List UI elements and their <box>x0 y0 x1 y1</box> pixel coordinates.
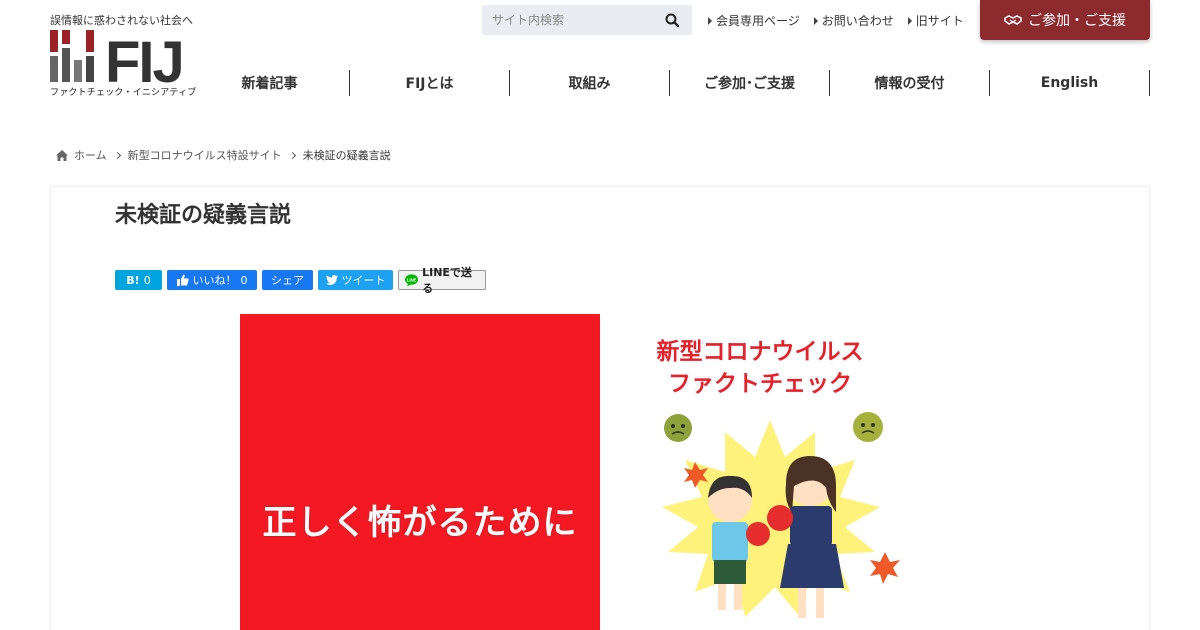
search-input[interactable] <box>482 13 657 27</box>
nav-item-submit-info[interactable]: 情報の受付 <box>830 70 990 96</box>
caret-right-icon <box>813 16 818 25</box>
share-label: シェア <box>271 274 304 287</box>
breadcrumb: ホーム 新型コロナウイルス特設サイト 未検証の疑義言説 <box>56 147 391 163</box>
twitter-bird-icon <box>325 275 338 285</box>
chevron-right-icon <box>288 151 296 159</box>
kids-boxing-virus-illustration <box>662 412 900 618</box>
nav-label: 新着記事 <box>241 76 298 92</box>
site-search <box>482 5 692 35</box>
featured-left-text: 正しく怖がるために <box>262 503 578 543</box>
link-label: 旧サイト <box>915 14 964 28</box>
nav-item-news[interactable]: 新着記事 <box>190 70 350 96</box>
featured-red-panel: 正しく怖がるために <box>240 314 600 630</box>
nav-item-english[interactable]: English <box>990 70 1150 96</box>
hatena-bookmark-button[interactable]: B! 0 <box>115 270 162 290</box>
line-icon: LINE <box>405 273 419 287</box>
facebook-like-button[interactable]: いいね！ 0 <box>167 270 257 290</box>
facebook-share-button[interactable]: シェア <box>262 270 313 290</box>
breadcrumb-home[interactable]: ホーム <box>74 147 107 163</box>
hatena-label: B! <box>126 273 140 287</box>
hatena-count: 0 <box>143 273 151 287</box>
member-page-link[interactable]: 会員専用ページ <box>708 12 800 29</box>
nav-label: English <box>1040 75 1099 91</box>
svg-text:LINE: LINE <box>407 277 417 282</box>
poster-title-line1: 新型コロナウイルス <box>656 339 864 365</box>
nav-item-activities[interactable]: 取組み <box>510 70 670 96</box>
line-send-button[interactable]: LINE LINEで送る <box>398 266 486 295</box>
nav-label: FIJとは <box>405 76 454 92</box>
join-support-button[interactable]: ご参加・ご支援 <box>980 0 1150 40</box>
nav-label: 取組み <box>568 76 611 92</box>
line-label: LINEで送る <box>422 266 472 295</box>
share-buttons: B! 0 いいね！ 0 シェア ツイート LINE LINEで送る <box>115 266 486 295</box>
breadcrumb-current: 未検証の疑義言説 <box>302 149 391 162</box>
page-title: 未検証の疑義言説 <box>115 203 292 228</box>
site-tagline: 誤情報に惑わされない社会へ <box>50 14 193 27</box>
cta-label: ご参加・ご支援 <box>1028 13 1126 29</box>
like-count: 0 <box>240 273 248 287</box>
logo-subtitle: ファクトチェック・イニシアティブ <box>50 88 197 98</box>
burst-icon <box>870 552 900 584</box>
featured-poster: 新型コロナウイルス ファクトチェック <box>600 314 920 630</box>
like-label: いいね！ <box>192 274 237 287</box>
search-icon[interactable] <box>657 5 687 35</box>
main-nav: 新着記事 FIJとは 取組み ご参加･ご支援 情報の受付 English <box>190 70 1150 96</box>
virus-icon <box>664 414 692 442</box>
nav-item-about[interactable]: FIJとは <box>350 70 510 96</box>
old-site-link[interactable]: 旧サイト <box>907 12 964 29</box>
caret-right-icon <box>907 16 912 25</box>
link-label: 会員専用ページ <box>716 14 800 28</box>
nav-label: 情報の受付 <box>874 76 945 92</box>
poster-title-line2: ファクトチェック <box>668 371 852 397</box>
thumbs-up-icon <box>176 274 189 286</box>
chevron-right-icon <box>113 151 121 159</box>
breadcrumb-parent[interactable]: 新型コロナウイルス特設サイト <box>128 147 282 163</box>
virus-icon <box>853 412 883 442</box>
featured-image: 正しく怖がるために 新型コロナウイルス ファクトチェック <box>240 314 920 630</box>
caret-right-icon <box>708 16 712 25</box>
link-label: お問い合わせ <box>821 14 894 28</box>
handshake-icon <box>1004 15 1022 25</box>
contact-link[interactable]: お問い合わせ <box>813 12 894 29</box>
utility-links: 会員専用ページ お問い合わせ 旧サイト <box>708 12 964 29</box>
tweet-button[interactable]: ツイート <box>318 270 393 290</box>
nav-item-join-support[interactable]: ご参加･ご支援 <box>670 70 830 96</box>
home-icon <box>56 149 68 161</box>
tweet-label: ツイート <box>341 274 386 287</box>
nav-label: ご参加･ご支援 <box>704 76 795 92</box>
